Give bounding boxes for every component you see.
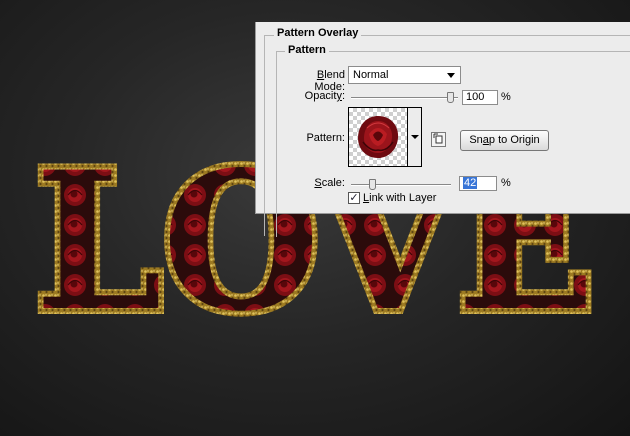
blend-mode-select[interactable]: Normal bbox=[348, 66, 461, 84]
opacity-input[interactable]: 100 bbox=[462, 90, 498, 105]
new-preset-icon[interactable] bbox=[431, 132, 446, 147]
pattern-overlay-title: Pattern Overlay bbox=[274, 27, 362, 39]
link-with-layer-label: Link with Layer bbox=[363, 192, 437, 204]
pattern-overlay-panel: Pattern Overlay Pattern Blend Mode: Norm… bbox=[255, 22, 630, 237]
opacity-label: Opacity: bbox=[304, 90, 345, 102]
rose-pattern-image bbox=[358, 116, 399, 158]
page-icon bbox=[433, 133, 443, 144]
chevron-down-icon bbox=[447, 73, 455, 78]
snap-to-origin-button[interactable]: Snap to Origin bbox=[460, 130, 549, 151]
opacity-slider[interactable] bbox=[351, 97, 458, 99]
pattern-label: Pattern: bbox=[306, 132, 345, 144]
scale-slider[interactable] bbox=[351, 184, 451, 186]
opacity-slider-thumb[interactable] bbox=[447, 92, 454, 103]
scale-unit: % bbox=[501, 177, 511, 189]
chevron-down-icon bbox=[411, 135, 419, 139]
scale-input[interactable]: 42 bbox=[459, 176, 497, 191]
checkmark-icon: ✓ bbox=[349, 192, 359, 204]
pattern-section-title: Pattern bbox=[285, 44, 329, 56]
link-with-layer-checkbox[interactable]: ✓ bbox=[348, 192, 360, 204]
blend-mode-value: Normal bbox=[353, 69, 389, 81]
opacity-unit: % bbox=[501, 91, 511, 103]
pattern-swatch[interactable] bbox=[348, 107, 408, 167]
scale-slider-thumb[interactable] bbox=[369, 179, 376, 190]
scale-label: Scale: bbox=[314, 177, 345, 189]
pattern-picker-dropdown[interactable] bbox=[408, 107, 422, 167]
